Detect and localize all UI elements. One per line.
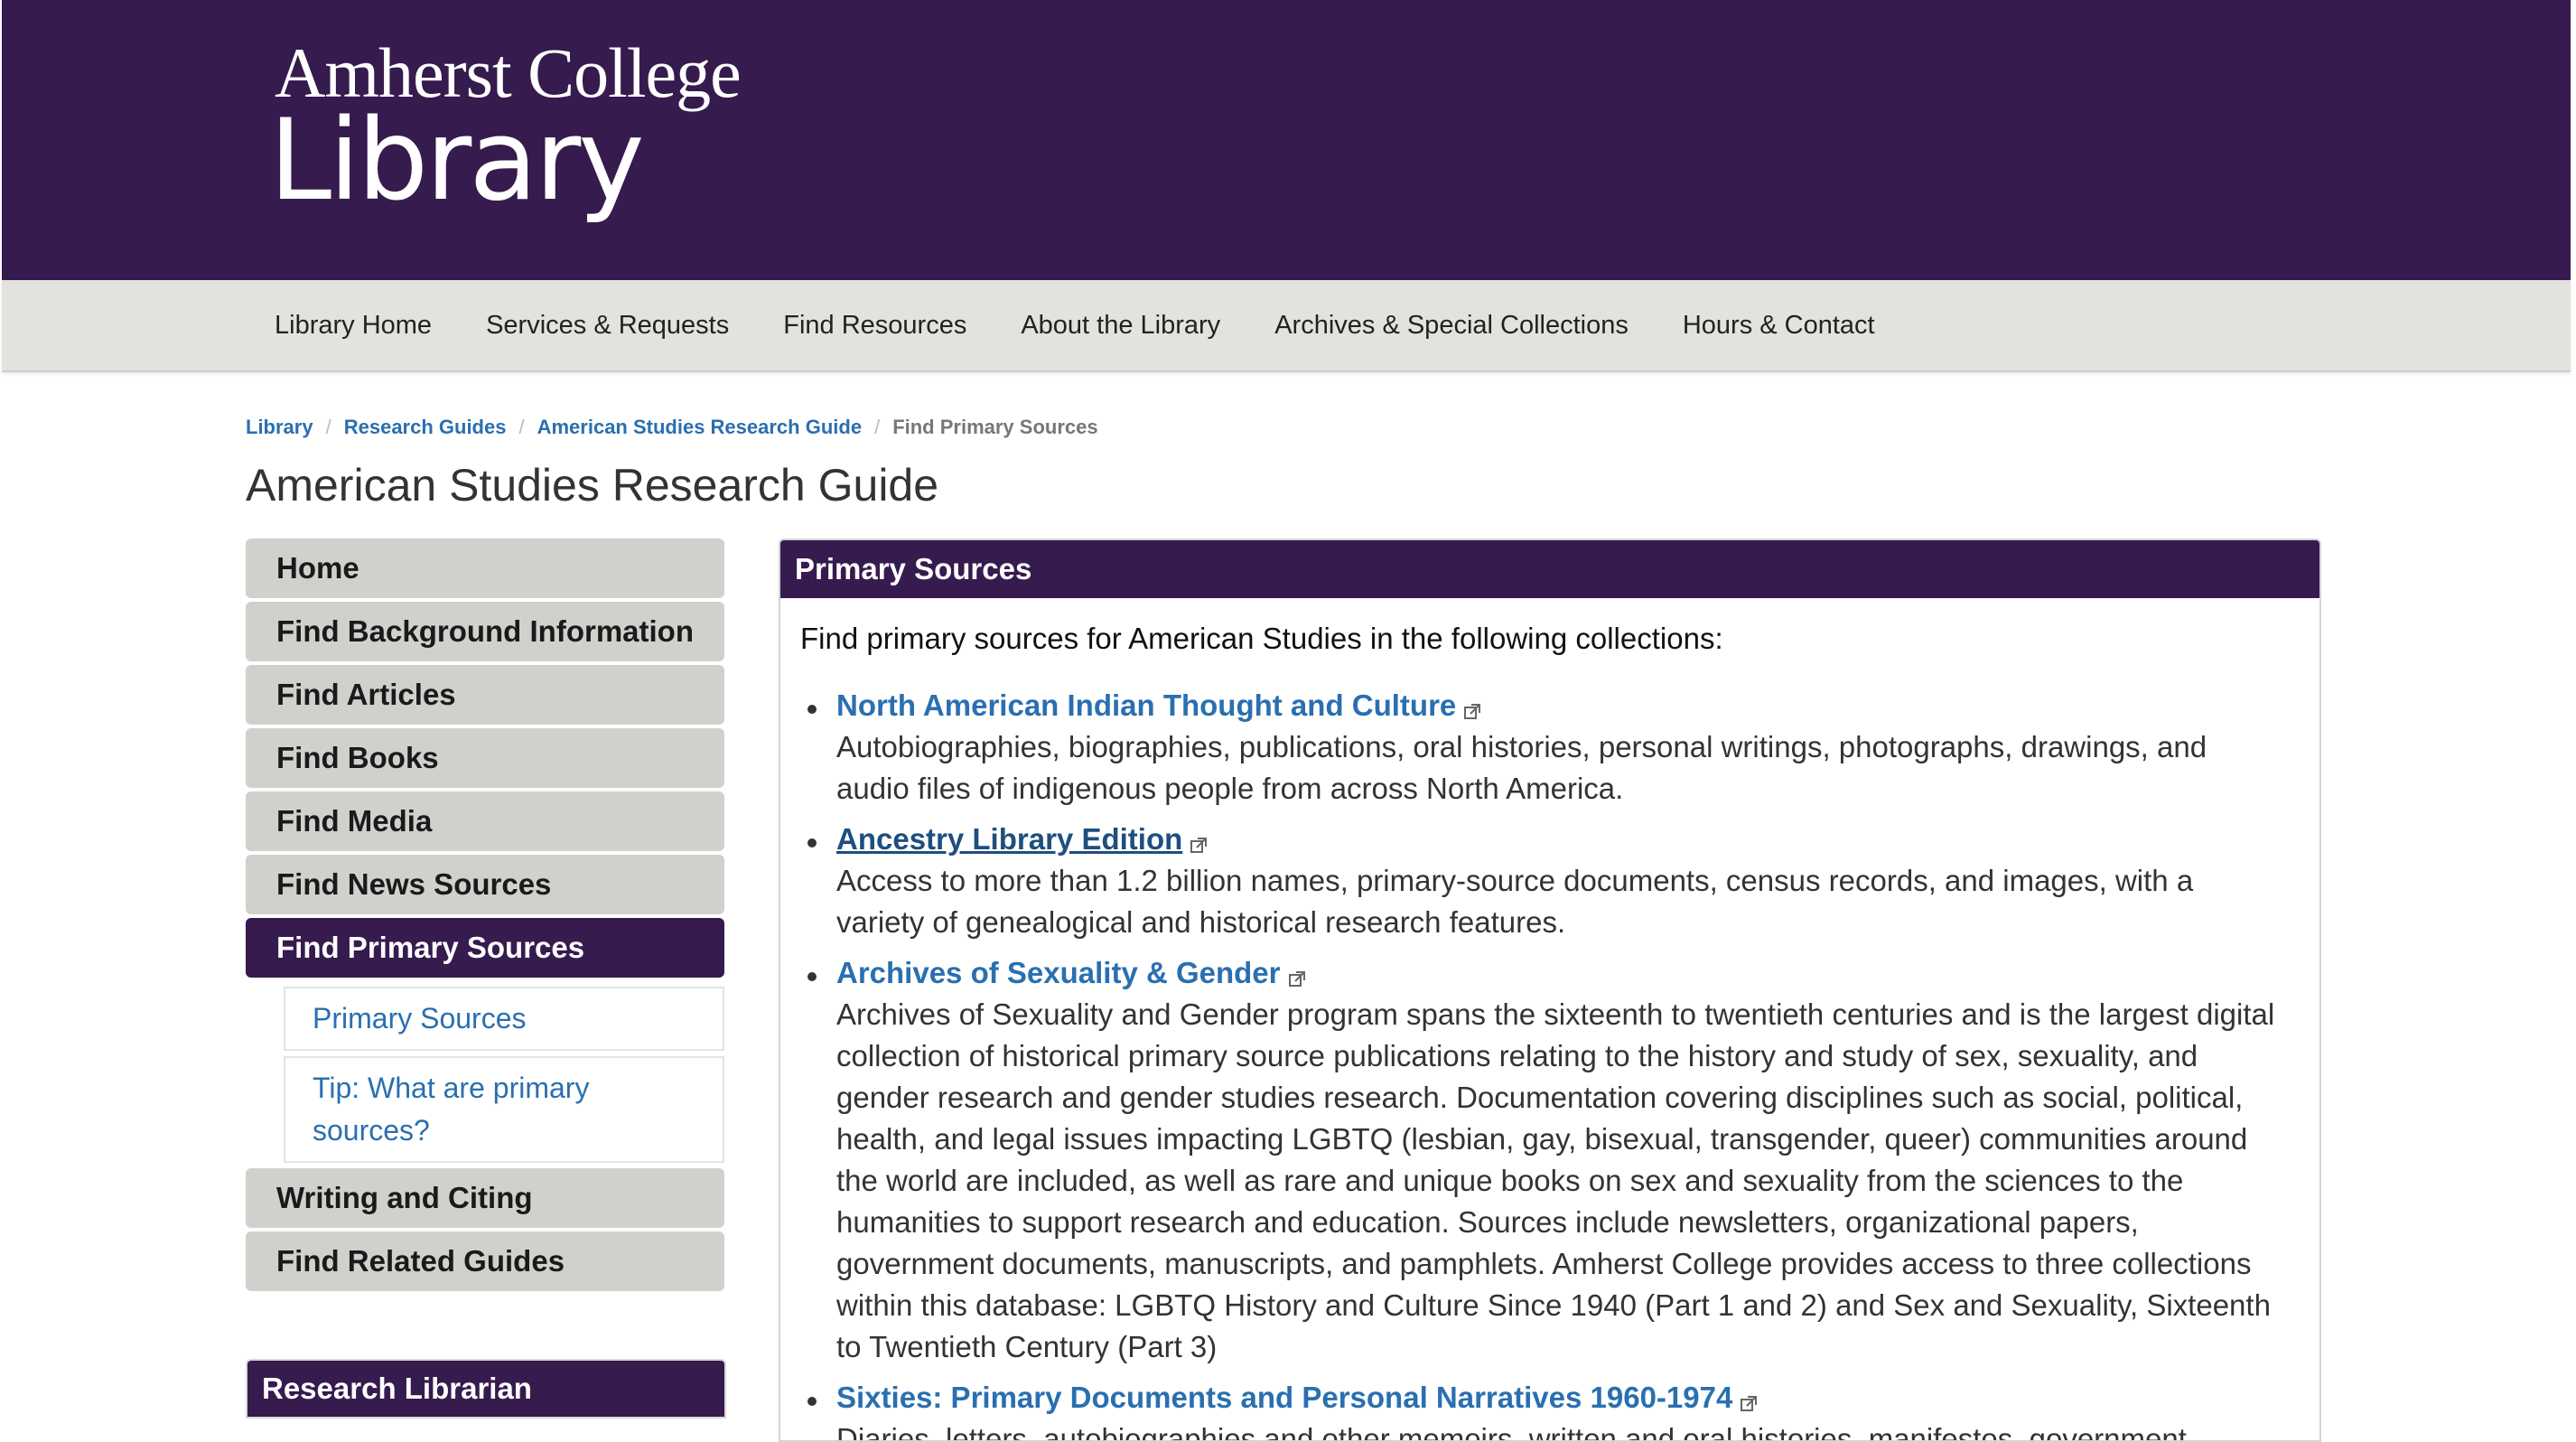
sidebar-item-books[interactable]: Find Books (246, 728, 724, 788)
breadcrumb-separator: / (325, 416, 331, 438)
nav-hours-contact[interactable]: Hours & Contact (1656, 311, 1902, 341)
resource-description: Archives of Sexuality and Gender program… (836, 997, 2275, 1363)
sidebar-item-home[interactable]: Home (246, 538, 724, 598)
bullet-icon (807, 972, 817, 981)
breadcrumb-current-page: Find Primary Sources (892, 416, 1098, 438)
bullet-icon (807, 705, 817, 714)
nav-find-resources[interactable]: Find Resources (756, 311, 994, 341)
panel-heading: Primary Sources (780, 540, 2319, 598)
sidebar-subitem-primary-sources[interactable]: Primary Sources (284, 987, 724, 1051)
breadcrumb: Library / Research Guides / American Stu… (246, 416, 1098, 439)
resource-link-sixties[interactable]: Sixties: Primary Documents and Personal … (836, 1381, 1732, 1414)
external-link-icon (1464, 703, 1481, 719)
nav-library-home[interactable]: Library Home (247, 311, 459, 341)
nav-services-requests[interactable]: Services & Requests (459, 311, 756, 341)
list-item: North American Indian Thought and Cultur… (800, 685, 2282, 810)
sidebar-item-background-information[interactable]: Find Background Information (246, 602, 724, 661)
guide-sidebar-nav: Home Find Background Information Find Ar… (246, 538, 724, 1295)
research-librarian-heading: Research Librarian (247, 1361, 724, 1417)
resource-link-north-american-indian[interactable]: North American Indian Thought and Cultur… (836, 688, 1456, 722)
resource-link-ancestry[interactable]: Ancestry Library Edition (836, 822, 1182, 856)
resource-description: Autobiographies, biographies, publicatio… (836, 730, 2207, 805)
external-link-icon (1288, 970, 1305, 987)
sidebar-item-media[interactable]: Find Media (246, 791, 724, 851)
external-link-icon (1741, 1395, 1758, 1411)
panel-intro-text: Find primary sources for American Studie… (800, 622, 1723, 655)
main-navigation: Library Home Services & Requests Find Re… (2, 280, 2571, 372)
primary-sources-panel: Primary Sources Find primary sources for… (779, 538, 2321, 1442)
resource-link-archives-sexuality-gender[interactable]: Archives of Sexuality & Gender (836, 956, 1281, 989)
resource-list: North American Indian Thought and Cultur… (800, 685, 2282, 1442)
sidebar-item-writing-citing[interactable]: Writing and Citing (246, 1168, 724, 1228)
list-item: Archives of Sexuality & Gender Archives … (800, 952, 2282, 1368)
resource-description: Diaries, letters, autobiographies and ot… (836, 1422, 2187, 1442)
page-title: American Studies Research Guide (246, 460, 939, 510)
breadcrumb-american-studies-guide[interactable]: American Studies Research Guide (537, 416, 862, 439)
breadcrumb-research-guides[interactable]: Research Guides (344, 416, 507, 439)
resource-description: Access to more than 1.2 billion names, p… (836, 864, 2194, 939)
research-librarian-box: Research Librarian (246, 1359, 726, 1419)
breadcrumb-separator: / (518, 416, 525, 438)
site-header-banner: Amherst College Library (2, 0, 2571, 280)
bullet-icon (807, 838, 817, 847)
list-item: Ancestry Library Edition Access to more … (800, 819, 2282, 943)
sidebar-item-related-guides[interactable]: Find Related Guides (246, 1231, 724, 1291)
external-link-icon (1190, 837, 1208, 853)
sidebar-item-primary-sources[interactable]: Find Primary Sources (246, 918, 724, 978)
list-item: Sixties: Primary Documents and Personal … (800, 1377, 2282, 1442)
logo-library-wordmark[interactable]: Library (269, 96, 645, 226)
breadcrumb-library[interactable]: Library (246, 416, 313, 439)
nav-archives-special-collections[interactable]: Archives & Special Collections (1247, 311, 1656, 341)
sidebar-item-articles[interactable]: Find Articles (246, 665, 724, 725)
sidebar-item-news-sources[interactable]: Find News Sources (246, 855, 724, 914)
breadcrumb-separator: / (874, 416, 881, 438)
bullet-icon (807, 1397, 817, 1406)
sidebar-subitem-what-are-primary-sources[interactable]: Tip: What are primary sources? (284, 1056, 724, 1163)
nav-about-library[interactable]: About the Library (994, 311, 1247, 341)
